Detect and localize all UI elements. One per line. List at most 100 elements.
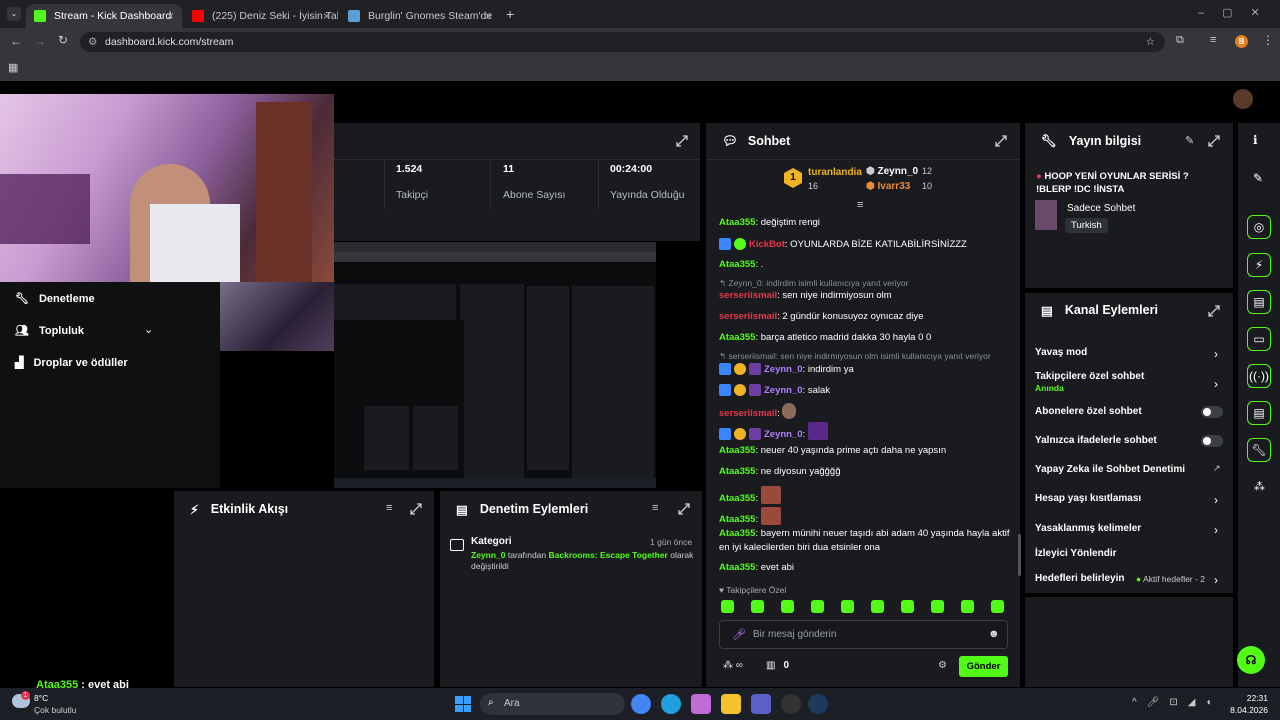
language-tag[interactable]: Turkish — [1065, 218, 1108, 233]
bookmark-star-icon[interactable]: ☆ — [1146, 32, 1155, 52]
rank-badge-icon — [734, 428, 746, 440]
teams-icon[interactable] — [751, 694, 771, 714]
rail-button-modlog[interactable]: ▤ — [1247, 290, 1271, 314]
tab-close-icon[interactable]: × — [485, 9, 492, 23]
tab-close-icon[interactable]: × — [167, 9, 174, 23]
infinity-icon[interactable]: ⁂ ∞ — [723, 660, 743, 671]
emote-button[interactable] — [901, 600, 914, 613]
obs-icon[interactable] — [781, 694, 801, 714]
menu-icon[interactable]: ⋮ — [1262, 33, 1274, 47]
chrome-icon[interactable] — [631, 694, 651, 714]
channel-points[interactable]: ▥ 0 — [766, 660, 789, 671]
emote-button[interactable] — [931, 600, 944, 613]
emote-button[interactable] — [961, 600, 974, 613]
chat-settings-icon[interactable]: ⚙ — [938, 660, 947, 671]
extensions-icon[interactable]: ⧉ — [1176, 34, 1184, 47]
chevron-right-icon[interactable]: › — [1214, 377, 1222, 391]
rail-button-stream-info[interactable]: 🔧︎ — [1247, 438, 1271, 462]
sidebar-item-community[interactable]: 👥︎ Topluluk — [15, 324, 84, 338]
external-link-icon[interactable]: ↗ — [1213, 463, 1221, 474]
new-tab-button[interactable]: + — [506, 6, 514, 22]
chevron-down-icon[interactable]: ⌄ — [144, 323, 153, 336]
expand-icon[interactable] — [995, 135, 1007, 147]
youtube-favicon-icon — [192, 10, 204, 22]
info-icon[interactable]: ℹ — [1253, 133, 1258, 147]
leaderboard-first[interactable]: turanlandia — [808, 167, 862, 178]
emote-button[interactable] — [811, 600, 824, 613]
tab-close-icon[interactable]: × — [323, 9, 330, 23]
expand-icon[interactable] — [410, 503, 422, 515]
edit-layout-icon[interactable]: ✎ — [1253, 171, 1263, 185]
steam-icon[interactable] — [808, 694, 828, 714]
rail-button-activity[interactable]: ⚡︎ — [1247, 253, 1271, 277]
expand-icon[interactable] — [1208, 135, 1220, 147]
expand-icon[interactable] — [678, 503, 690, 515]
action-followers-only[interactable]: Takipçilere özel sohbet — [1035, 371, 1144, 382]
emote-button[interactable] — [721, 600, 734, 613]
action-goals[interactable]: Hedefleri belirleyin — [1035, 573, 1124, 584]
filter-icon[interactable]: ≡ — [386, 502, 392, 514]
forward-button[interactable]: → — [34, 34, 46, 48]
category-name[interactable]: Sadece Sohbet — [1067, 203, 1135, 214]
chevron-right-icon[interactable]: › — [1214, 493, 1222, 507]
action-subs-only[interactable]: Abonelere özel sohbet — [1035, 406, 1142, 417]
expand-icon[interactable] — [676, 135, 688, 147]
back-button[interactable]: ← — [10, 34, 22, 48]
profile-avatar[interactable]: B — [1235, 35, 1248, 48]
reload-button[interactable]: ↻ — [58, 33, 68, 47]
action-slow-mode[interactable]: Yavaş mod — [1035, 347, 1087, 358]
chevron-right-icon[interactable]: › — [1214, 347, 1222, 361]
send-button[interactable]: Gönder — [959, 656, 1008, 677]
emote-button[interactable] — [841, 600, 854, 613]
collapse-leaderboard-icon[interactable]: ≡ — [857, 199, 863, 211]
file-explorer-icon[interactable] — [721, 694, 741, 714]
mod-entry-time: 1 gün önce — [650, 537, 693, 547]
emote-button[interactable] — [751, 600, 764, 613]
edge-icon[interactable] — [661, 694, 681, 714]
edit-pencil-icon[interactable]: ✎ — [1185, 134, 1194, 147]
url-field[interactable]: ⚙ dashboard.kick.com/stream ☆ — [80, 32, 1165, 52]
filter-icon[interactable]: ≡ — [652, 502, 658, 514]
stream-preview[interactable] — [334, 242, 656, 488]
chat-scrollbar[interactable] — [1018, 534, 1021, 576]
help-button[interactable]: ☊ — [1237, 646, 1265, 674]
sidebar-item-drops[interactable]: ▟ Droplar ve ödüller — [15, 356, 128, 370]
rail-button-channel-actions[interactable]: ▤ — [1247, 401, 1271, 425]
action-account-age[interactable]: Hesap yaşı kısıtlaması — [1035, 493, 1141, 504]
window-controls[interactable]: –▢✕ — [1198, 6, 1278, 19]
system-tray-icons[interactable]: ^🎤︎⊡◢◖ — [1132, 697, 1222, 708]
leaderboard-third[interactable]: ⬢ Ivarr33 — [866, 181, 910, 192]
rail-button-camera[interactable]: ◎ — [1247, 215, 1271, 239]
tab-search-button[interactable]: ⌄ — [7, 7, 21, 21]
user-avatar[interactable] — [1233, 89, 1253, 109]
rail-button-chat[interactable]: ▭ — [1247, 327, 1271, 351]
tab-steam[interactable]: Burglin' Gnomes Steam'de × — [340, 4, 500, 28]
action-emotes-only[interactable]: Yalnızca ifadelerle sohbet — [1035, 435, 1157, 446]
sidebar-item-moderation[interactable]: 🔧︎ Denetleme — [15, 292, 95, 306]
action-ai-moderation[interactable]: Yapay Zeka ile Sohbet Denetimi — [1035, 464, 1185, 475]
reading-list-icon[interactable]: ≡ — [1210, 34, 1216, 46]
more-tools-icon[interactable]: ⁂ — [1254, 480, 1265, 493]
taskbar-search[interactable]: ⌕ Ara — [480, 693, 625, 715]
action-banned-words[interactable]: Yasaklanmış kelimeler — [1035, 523, 1141, 534]
tab-youtube[interactable]: (225) Deniz Seki - İyisin Tab × — [184, 4, 338, 28]
chevron-right-icon[interactable]: › — [1214, 573, 1222, 587]
rail-button-broadcast[interactable]: ((·)) — [1247, 364, 1271, 388]
emoji-picker-icon[interactable]: ☻ — [988, 628, 1000, 640]
chevron-right-icon[interactable]: › — [1214, 523, 1222, 537]
microphone-icon[interactable]: 🎤︎ — [732, 628, 746, 641]
emotes-only-toggle[interactable] — [1201, 435, 1223, 447]
copilot-icon[interactable] — [691, 694, 711, 714]
emote-button[interactable] — [871, 600, 884, 613]
site-info-icon[interactable]: ⚙ — [88, 32, 97, 52]
emote-button[interactable] — [781, 600, 794, 613]
chat-input[interactable]: 🎤︎ Bir mesaj gönderin ☻ — [719, 620, 1008, 649]
expand-icon[interactable] — [1208, 305, 1220, 317]
apps-grid-icon[interactable]: ▦ — [8, 61, 18, 74]
subs-only-toggle[interactable] — [1201, 406, 1223, 418]
action-raid[interactable]: İzleyici Yönlendir — [1035, 548, 1117, 559]
emote-button[interactable] — [991, 600, 1004, 613]
windows-start-icon[interactable] — [455, 696, 471, 712]
tab-kick-dashboard[interactable]: Stream - Kick Dashboard × — [26, 4, 182, 28]
leaderboard-second[interactable]: ⬢ Zeynn_0 — [866, 166, 918, 177]
